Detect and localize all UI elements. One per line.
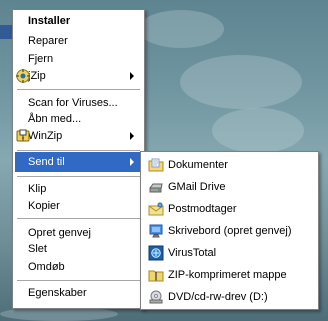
send-to-documents[interactable]: Dokumenter [143, 155, 316, 175]
submenu-arrow-icon [130, 158, 134, 166]
menu-item-jzip[interactable]: jZip [15, 66, 142, 86]
submenu-item-label: GMail Drive [168, 181, 226, 193]
send-to-zip-folder[interactable]: ZIP-komprimeret mappe [143, 265, 316, 285]
dvd-drive-icon [148, 289, 164, 305]
menu-separator [17, 218, 140, 220]
submenu-item-label: VirusTotal [168, 247, 217, 259]
menu-item-label: Omdøb [28, 261, 65, 273]
send-to-virustotal[interactable]: VirusTotal [143, 243, 316, 263]
send-to-submenu: Dokumenter GMail Drive Postmodtager Skri… [140, 151, 319, 310]
menu-item-label: WinZip [28, 130, 63, 142]
stone-decoration [0, 307, 118, 321]
stone-decoration [212, 108, 304, 153]
context-menu: Installer Reparer Fjern jZip Scan for Vi… [12, 9, 145, 309]
menu-item-label: Åbn med... [28, 113, 82, 125]
menu-item-label: Slet [28, 243, 47, 255]
menu-item-properties[interactable]: Egenskaber [15, 283, 142, 303]
send-to-dvd-drive[interactable]: DVD/cd-rw-drev (D:) [143, 287, 316, 307]
send-to-mail-recipient[interactable]: Postmodtager [143, 199, 316, 219]
menu-item-label: Send til [28, 156, 65, 168]
virustotal-icon [148, 245, 164, 261]
send-to-gmail-drive[interactable]: GMail Drive [143, 177, 316, 197]
menu-separator [17, 89, 140, 91]
submenu-arrow-icon [130, 72, 134, 80]
menu-separator [17, 176, 140, 178]
menu-item-delete[interactable]: Slet [15, 239, 142, 259]
drive-icon [148, 179, 164, 195]
menu-item-winzip[interactable]: WinZip [15, 126, 142, 146]
winzip-icon [15, 128, 31, 144]
menu-item-installer[interactable]: Installer [15, 11, 142, 31]
submenu-arrow-icon [130, 132, 134, 140]
desktop-icon [148, 223, 164, 239]
menu-item-label: Installer [28, 15, 71, 27]
menu-item-label: Scan for Viruses... [28, 97, 118, 109]
zip-folder-icon [148, 267, 164, 283]
submenu-item-label: Skrivebord (opret genvej) [168, 225, 292, 237]
menu-item-rename[interactable]: Omdøb [15, 257, 142, 277]
stone-decoration [138, 10, 224, 48]
menu-item-label: Kopier [28, 200, 60, 212]
submenu-item-label: ZIP-komprimeret mappe [168, 269, 287, 281]
menu-item-label: Klip [28, 183, 47, 195]
jzip-icon [15, 68, 31, 84]
documents-folder-icon [148, 157, 164, 173]
menu-item-kopier[interactable]: Kopier [15, 196, 142, 216]
submenu-item-label: DVD/cd-rw-drev (D:) [168, 291, 268, 303]
menu-item-label: Fjern [28, 53, 54, 65]
menu-item-label: Reparer [28, 35, 68, 47]
menu-item-label: Opret genvej [28, 227, 91, 239]
menu-item-reparer[interactable]: Reparer [15, 31, 142, 51]
submenu-item-label: Postmodtager [168, 203, 237, 215]
stone-decoration [180, 55, 302, 109]
menu-separator [17, 280, 140, 282]
menu-item-label: Egenskaber [28, 287, 87, 299]
menu-item-send-to[interactable]: Send til [15, 152, 142, 172]
mail-recipient-icon [148, 201, 164, 217]
submenu-item-label: Dokumenter [168, 159, 228, 171]
send-to-desktop-shortcut[interactable]: Skrivebord (opret genvej) [143, 221, 316, 241]
